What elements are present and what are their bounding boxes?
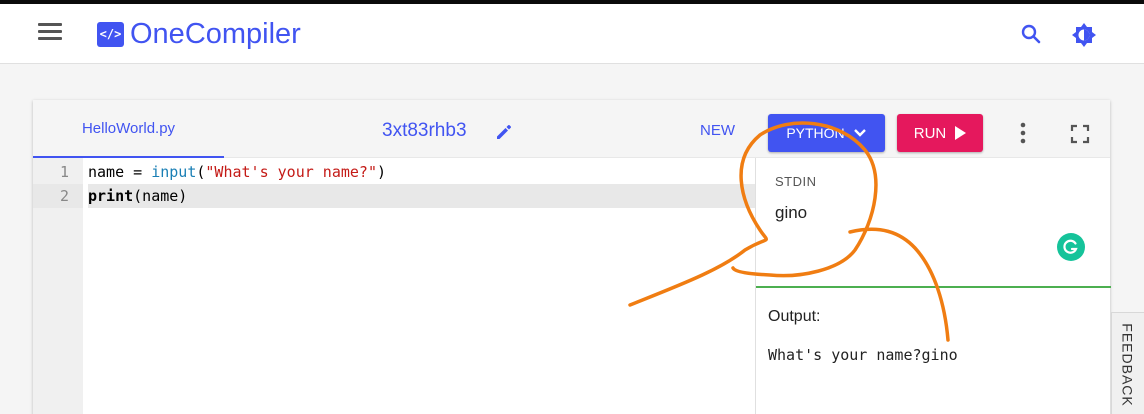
code-editor[interactable]: 1 2 name = input("What's your name?") pr… bbox=[33, 158, 755, 414]
more-vert-icon[interactable] bbox=[1016, 121, 1030, 145]
top-bar: </> OneCompiler bbox=[0, 4, 1144, 64]
file-tab-label: HelloWorld.py bbox=[81, 119, 176, 137]
run-label: RUN bbox=[913, 124, 947, 142]
run-button[interactable]: RUN bbox=[897, 114, 983, 152]
code-token: input bbox=[151, 163, 197, 181]
line-number: 1 bbox=[59, 163, 69, 181]
io-panel: STDIN gino Output: What's your name?gino bbox=[755, 158, 1111, 414]
code-id-title[interactable]: 3xt83rhb3 bbox=[382, 120, 467, 142]
output-text: What's your name?gino bbox=[768, 346, 958, 364]
editor-toolbar: HelloWorld.py 3xt83rhb3 NEW PYTHON RUN bbox=[33, 100, 1110, 158]
pencil-icon[interactable] bbox=[494, 122, 514, 142]
app-frame: </> OneCompiler HelloWorld.py 3xt83rhb3 bbox=[0, 4, 1144, 414]
search-icon[interactable] bbox=[1020, 23, 1042, 45]
code-token: ) bbox=[377, 163, 387, 181]
code-line[interactable]: name = input("What's your name?") bbox=[88, 160, 755, 184]
code-line[interactable]: print(name) bbox=[88, 184, 755, 208]
stdin-label: STDIN bbox=[775, 174, 817, 189]
line-number-gutter: 1 2 bbox=[33, 158, 83, 414]
code-token: name = bbox=[88, 163, 152, 181]
fullscreen-icon[interactable] bbox=[1070, 124, 1090, 144]
code-token: print bbox=[88, 187, 134, 205]
stdin-input[interactable]: gino bbox=[775, 203, 807, 223]
menu-icon[interactable] bbox=[38, 23, 64, 45]
line-number: 2 bbox=[33, 184, 83, 208]
code-brackets-icon: </> bbox=[97, 21, 124, 47]
panel-divider[interactable] bbox=[756, 286, 1111, 288]
code-token: (name) bbox=[133, 187, 188, 205]
language-label: PYTHON bbox=[786, 125, 845, 141]
new-button[interactable]: NEW bbox=[700, 122, 735, 139]
play-icon bbox=[955, 126, 967, 140]
editor-card: HelloWorld.py 3xt83rhb3 NEW PYTHON RUN 1… bbox=[33, 100, 1111, 414]
brightness-icon[interactable] bbox=[1071, 22, 1097, 48]
feedback-tab[interactable]: FEEDBACK bbox=[1111, 312, 1144, 414]
chevron-down-icon bbox=[853, 129, 866, 137]
output-label: Output: bbox=[768, 308, 821, 325]
code-token: "What's your name?" bbox=[205, 163, 377, 181]
tab-file[interactable]: HelloWorld.py bbox=[33, 100, 224, 158]
language-select[interactable]: PYTHON bbox=[768, 114, 885, 152]
grammarly-icon[interactable] bbox=[1057, 233, 1085, 261]
brand-name: OneCompiler bbox=[130, 17, 301, 50]
feedback-label: FEEDBACK bbox=[1120, 323, 1136, 407]
brand-logo[interactable]: </> OneCompiler bbox=[97, 16, 301, 52]
